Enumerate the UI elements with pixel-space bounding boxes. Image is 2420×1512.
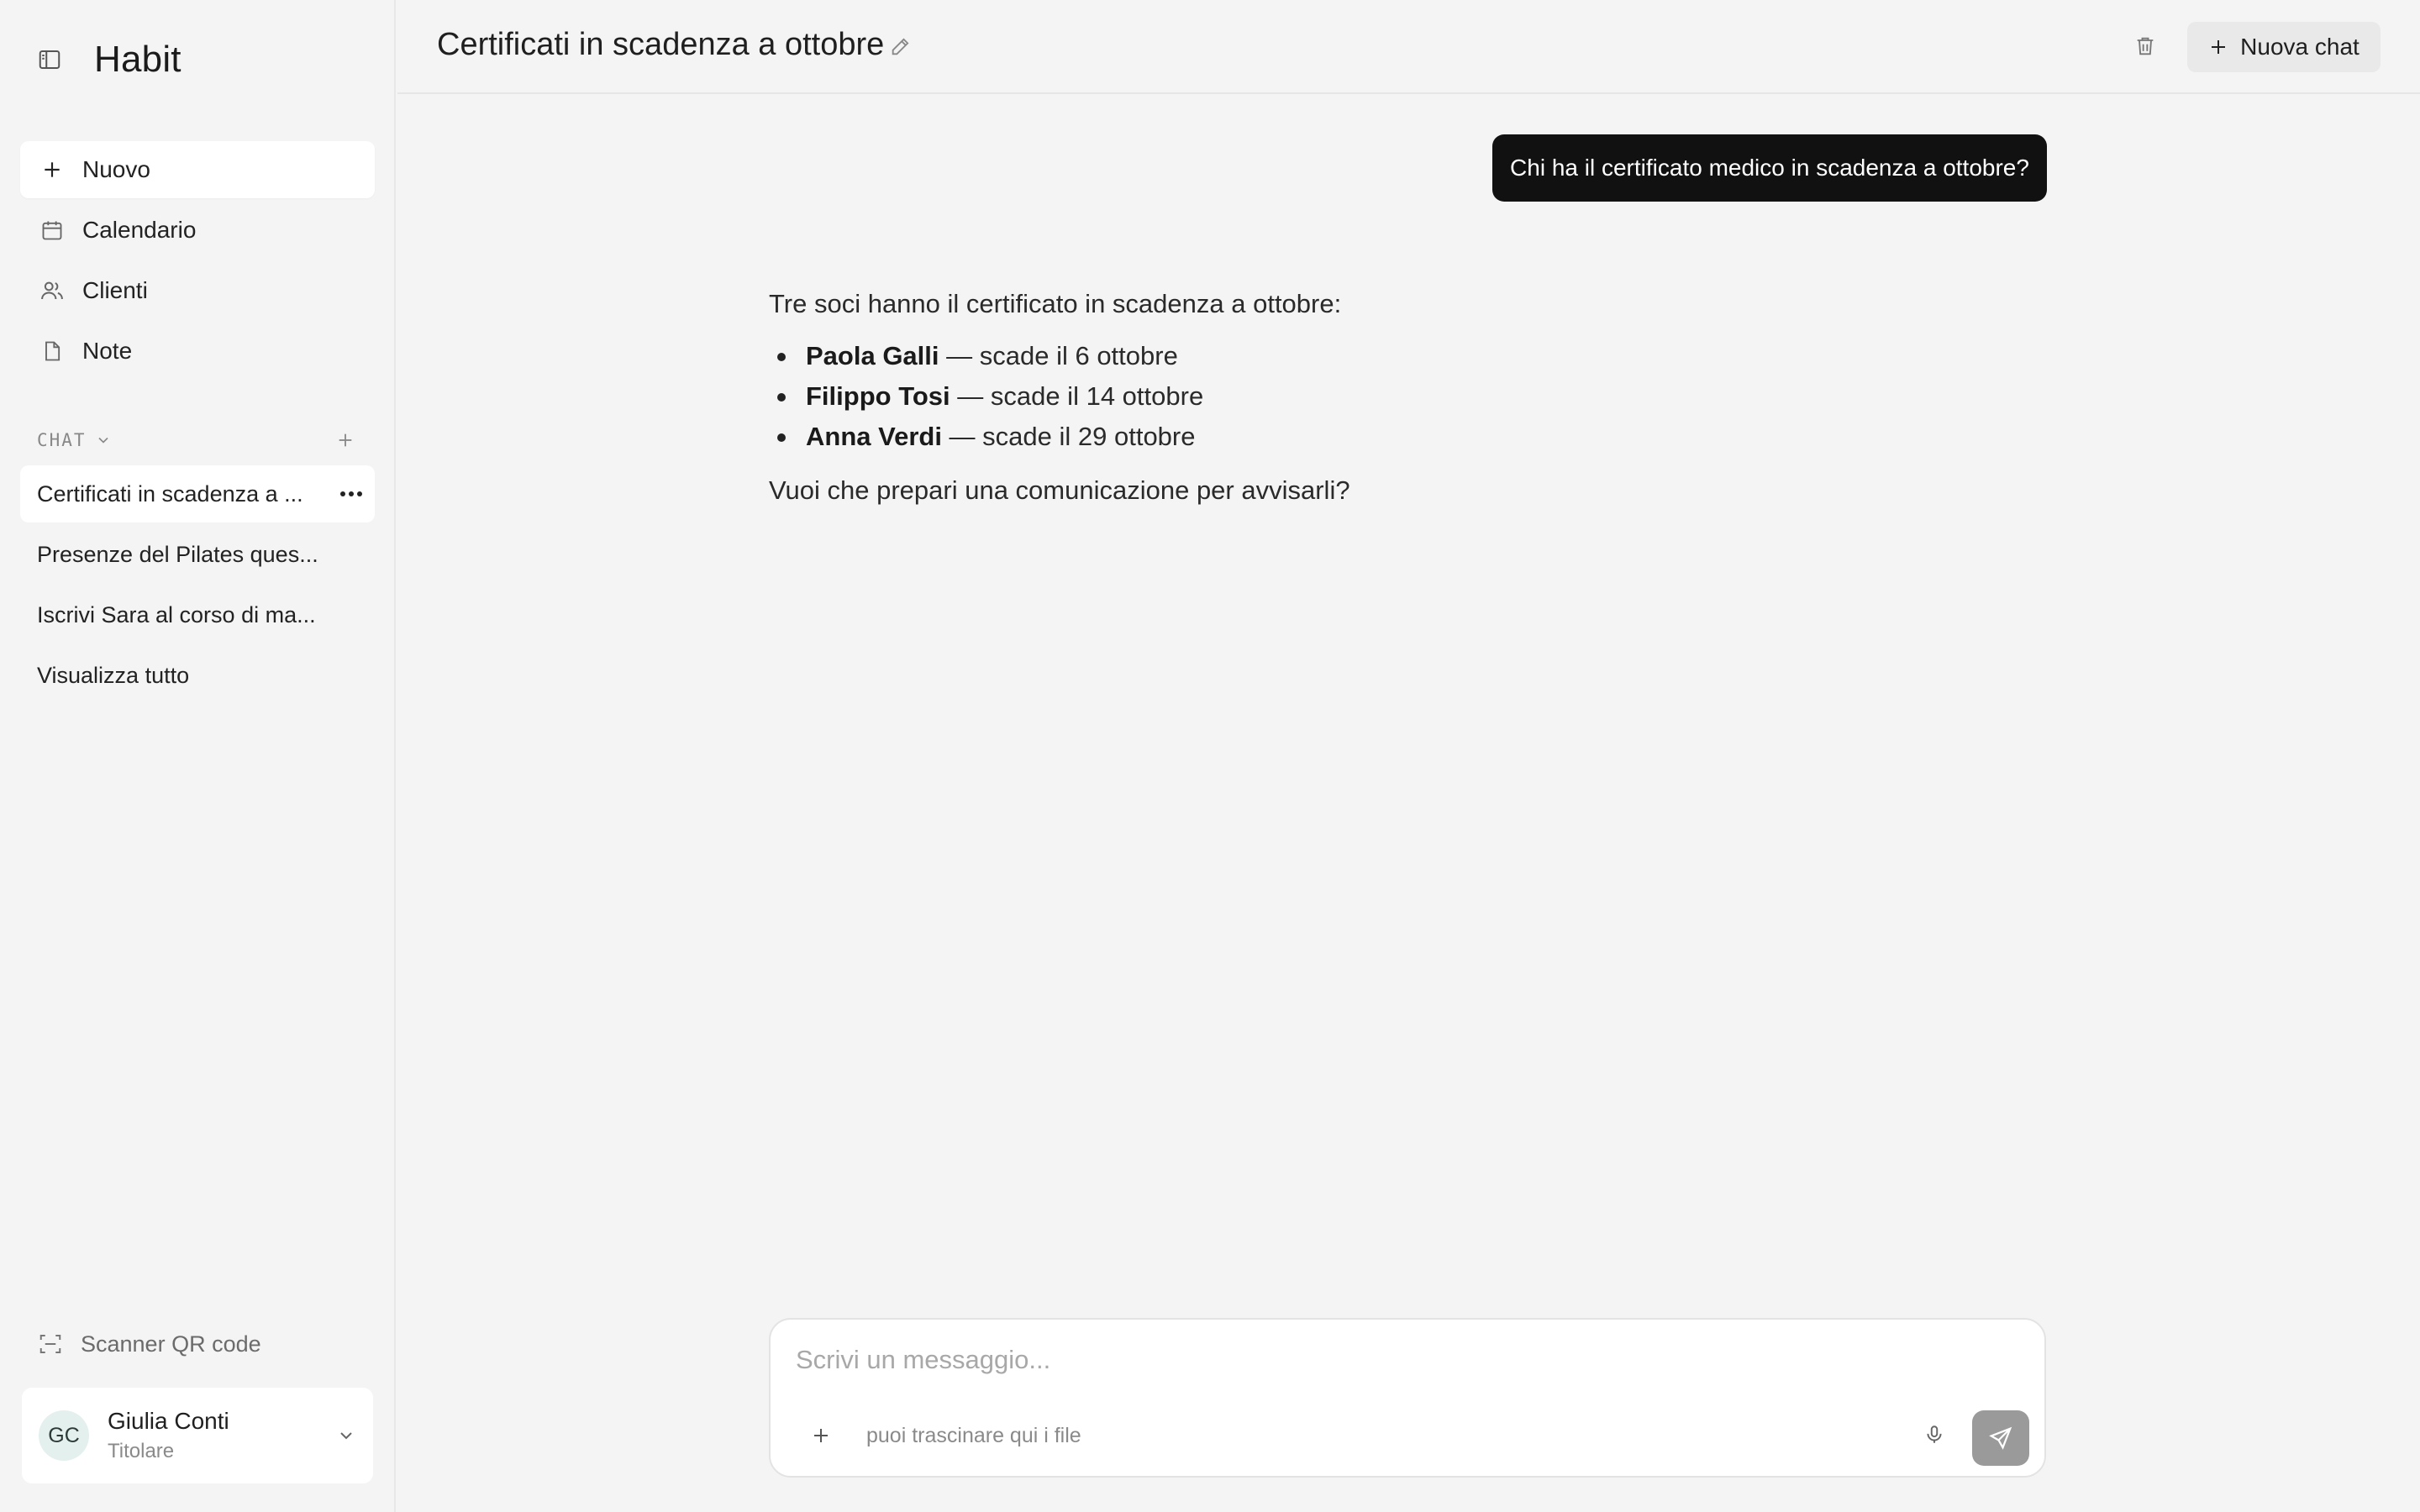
expiry-detail: — scade il 14 ottobre (950, 381, 1204, 411)
list-item: Paola Galli — scade il 6 ottobre (769, 336, 2029, 376)
assistant-outro: Vuoi che prepari una comunicazione per a… (769, 475, 1350, 505)
user-role: Titolare (108, 1440, 175, 1462)
nav-item-clienti[interactable]: Clienti (20, 262, 375, 319)
nav-item-label: Nuovo (82, 156, 150, 182)
chat-list: Certificati in scadenza a ... Presenze d… (20, 465, 375, 707)
attach-icon[interactable] (808, 1422, 834, 1449)
user-message-bubble: Chi ha il certificato medico in scadenza… (1492, 134, 2047, 202)
chat-section-header: CHAT (37, 427, 356, 454)
sidebar-toggle-icon[interactable] (35, 45, 64, 74)
chat-item-certificati[interactable]: Certificati in scadenza a ... (20, 465, 375, 522)
member-name: Paola Galli (806, 341, 939, 370)
chevron-down-icon (336, 1425, 356, 1446)
chat-item-label: Iscrivi Sara al corso di ma... (37, 601, 316, 627)
nav-item-label: Clienti (82, 277, 148, 303)
new-chat-label: Nuova chat (2240, 34, 2360, 60)
user-name: Giulia Conti (108, 1408, 229, 1434)
list-item: Anna Verdi — scade il 29 ottobre (769, 417, 2029, 457)
expiring-certificates-list: Paola Galli — scade il 6 ottobre Filippo… (769, 336, 2029, 457)
main-panel: Certificati in scadenza a ottobre Nuova … (397, 0, 2420, 1512)
nav-item-nuovo[interactable]: Nuovo (20, 141, 375, 198)
more-options-icon[interactable] (339, 490, 363, 498)
expiry-detail: — scade il 29 ottobre (941, 422, 1196, 451)
send-button[interactable] (1972, 1410, 2029, 1466)
nav-item-label: Calendario (82, 217, 197, 243)
calendar-icon (39, 217, 66, 244)
chat-item-label: Certificati in scadenza a ... (37, 480, 303, 507)
chat-section-label: CHAT (37, 430, 87, 450)
qr-scan-icon (37, 1331, 64, 1357)
users-icon (39, 277, 66, 304)
message-composer: puoi trascinare qui i file (769, 1318, 2046, 1478)
chat-title: Certificati in scadenza a ottobre (437, 27, 885, 62)
user-info: Giulia Conti Titolare (108, 1408, 336, 1463)
message-input[interactable] (796, 1341, 1972, 1378)
send-icon (1988, 1425, 2013, 1451)
list-item: Filippo Tosi — scade il 14 ottobre (769, 376, 2029, 417)
plus-icon (39, 156, 66, 183)
chat-section-toggle[interactable]: CHAT (37, 430, 112, 450)
view-all-link[interactable]: Visualizza tutto (20, 647, 375, 704)
user-menu[interactable]: GC Giulia Conti Titolare (22, 1388, 373, 1483)
chat-item-pilates[interactable]: Presenze del Pilates ques... (20, 526, 375, 583)
member-name: Filippo Tosi (806, 381, 950, 411)
member-name: Anna Verdi (806, 422, 942, 451)
sidebar: Habit Nuovo Calendario Clienti Note CHAT… (0, 0, 396, 1512)
nav-item-label: Note (82, 338, 133, 364)
microphone-icon[interactable] (1920, 1420, 1949, 1449)
expiry-detail: — scade il 6 ottobre (939, 341, 1178, 370)
edit-title-icon[interactable] (888, 34, 913, 59)
app-title: Habit (94, 39, 182, 80)
new-chat-button[interactable]: Nuova chat (2187, 22, 2381, 72)
sidebar-nav: Nuovo Calendario Clienti Note (20, 141, 375, 383)
plus-icon (2208, 37, 2228, 57)
assistant-intro: Tre soci hanno il certificato in scadenz… (769, 289, 1342, 318)
document-icon (39, 338, 66, 365)
chat-item-iscrivi-sara[interactable]: Iscrivi Sara al corso di ma... (20, 586, 375, 643)
brand: Habit (35, 39, 182, 81)
assistant-message: Tre soci hanno il certificato in scadenz… (769, 286, 2029, 509)
add-chat-icon[interactable] (334, 429, 356, 451)
chat-header: Certificati in scadenza a ottobre Nuova … (397, 0, 2420, 94)
delete-chat-icon[interactable] (2131, 32, 2160, 60)
app-window: Habit Nuovo Calendario Clienti Note CHAT… (0, 0, 2420, 1512)
scanner-qr-button[interactable]: Scanner QR code (37, 1331, 261, 1357)
chat-item-label: Presenze del Pilates ques... (37, 541, 318, 567)
view-all-label: Visualizza tutto (37, 662, 190, 688)
chevron-down-icon (95, 432, 112, 449)
avatar: GC (39, 1410, 89, 1461)
scanner-label: Scanner QR code (81, 1331, 261, 1357)
nav-item-calendario[interactable]: Calendario (20, 202, 375, 259)
drop-files-hint: puoi trascinare qui i file (866, 1424, 1081, 1447)
nav-item-note[interactable]: Note (20, 323, 375, 380)
